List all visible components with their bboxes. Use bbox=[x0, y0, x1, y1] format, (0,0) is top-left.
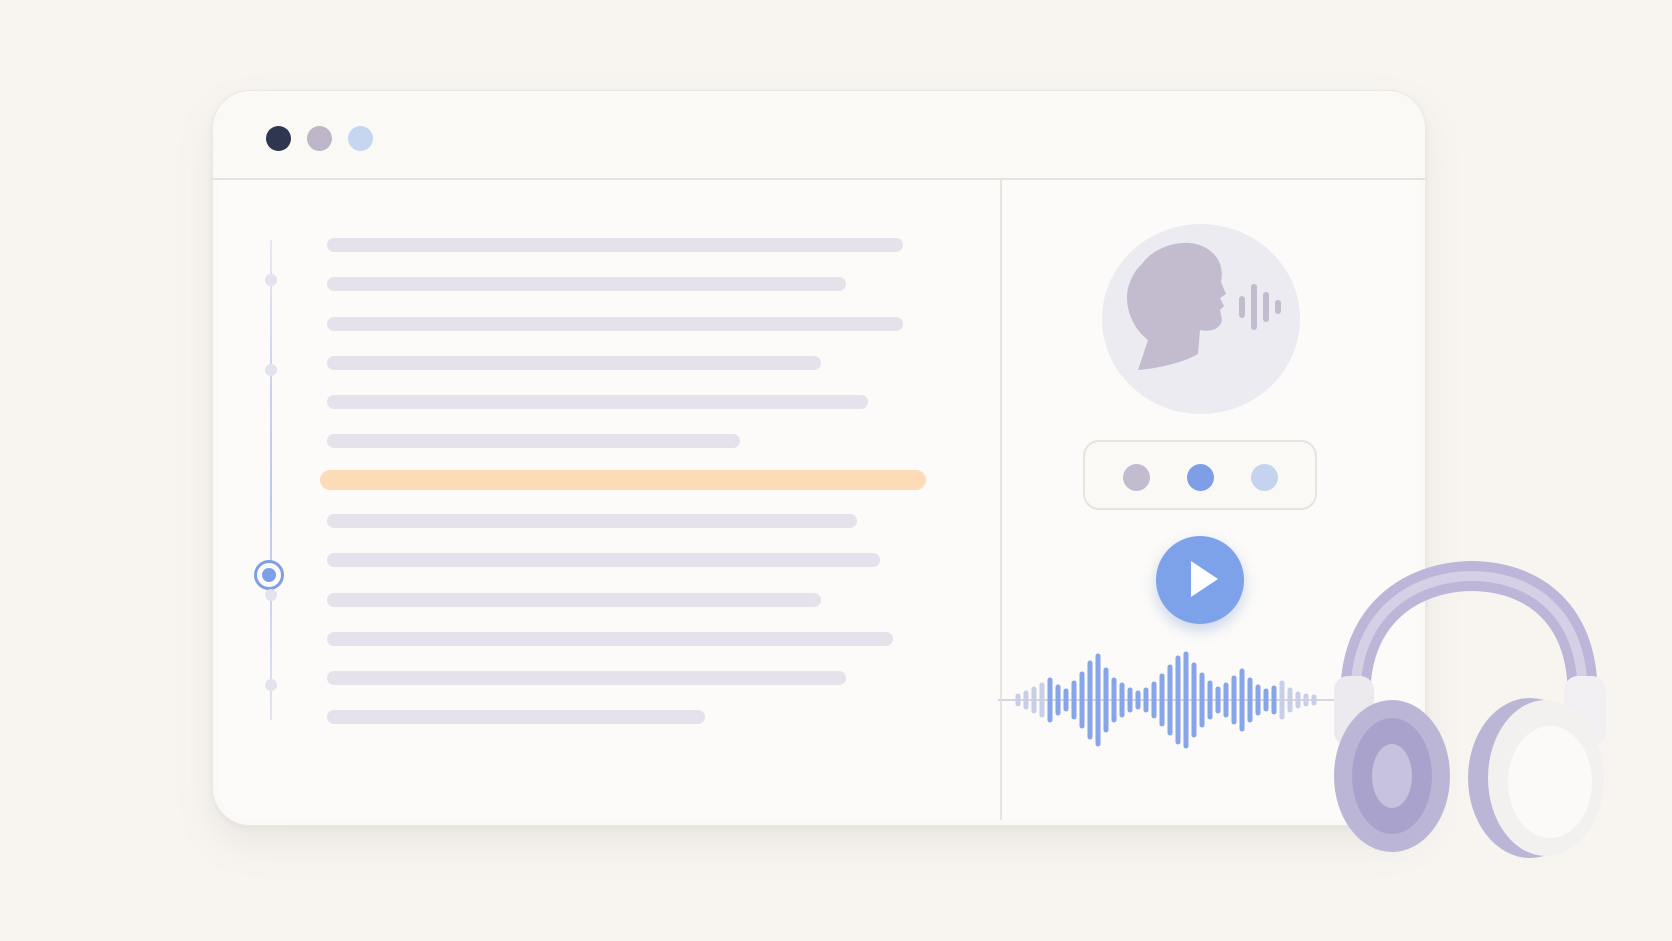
timeline-track bbox=[270, 240, 272, 720]
transcript-line[interactable] bbox=[327, 317, 903, 331]
transcript-line[interactable] bbox=[327, 434, 740, 448]
timeline-marker[interactable] bbox=[265, 274, 277, 286]
transcript-line-highlighted[interactable] bbox=[320, 470, 926, 490]
timeline-marker[interactable] bbox=[265, 589, 277, 601]
transcript-line[interactable] bbox=[327, 514, 857, 528]
transcript-line[interactable] bbox=[327, 277, 846, 291]
voice-option[interactable] bbox=[1123, 464, 1150, 491]
window-minimize-button[interactable] bbox=[307, 126, 332, 151]
timeline-marker[interactable] bbox=[265, 364, 277, 376]
transcript-line[interactable] bbox=[327, 710, 705, 724]
transcript-line[interactable] bbox=[327, 593, 821, 607]
window-maximize-button[interactable] bbox=[348, 126, 373, 151]
transcript-line[interactable] bbox=[327, 671, 846, 685]
transcript-line[interactable] bbox=[327, 238, 903, 252]
timeline-current-marker[interactable] bbox=[254, 560, 284, 590]
transcript-line[interactable] bbox=[327, 356, 821, 370]
voice-selector bbox=[1083, 440, 1317, 510]
transcript-line[interactable] bbox=[327, 553, 880, 567]
title-bar bbox=[212, 90, 1426, 180]
transcript-line[interactable] bbox=[327, 632, 893, 646]
speaking-head-icon bbox=[1126, 242, 1281, 370]
headphones-icon bbox=[1334, 560, 1606, 858]
play-button[interactable] bbox=[1156, 536, 1244, 624]
voice-option-selected[interactable] bbox=[1187, 464, 1214, 491]
window-close-button[interactable] bbox=[266, 126, 291, 151]
voice-option[interactable] bbox=[1251, 464, 1278, 491]
transcript-line[interactable] bbox=[327, 395, 868, 409]
audio-waveform bbox=[998, 651, 1338, 749]
timeline-marker[interactable] bbox=[265, 679, 277, 691]
